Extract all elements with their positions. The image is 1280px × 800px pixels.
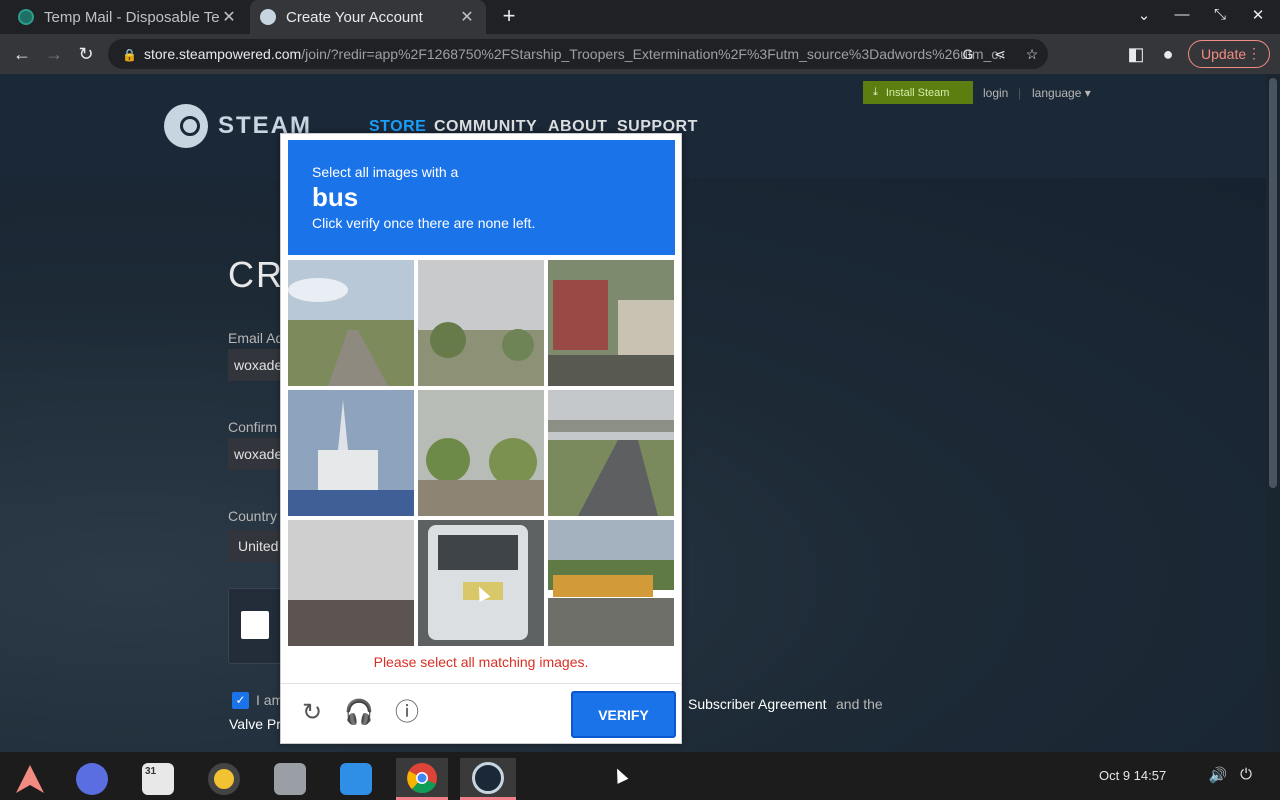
tile-image	[288, 390, 414, 516]
tile-2[interactable]	[418, 260, 544, 386]
tile-8[interactable]	[418, 520, 544, 646]
login-link[interactable]: login	[983, 86, 1008, 100]
tile-image	[548, 390, 674, 516]
steam-app-icon[interactable]	[460, 758, 516, 800]
google-lens-icon[interactable]: G	[952, 46, 984, 62]
files-icon[interactable]	[266, 758, 314, 800]
header-separator: |	[1018, 86, 1022, 100]
browser-toolbar: ← → ↻ 🔒 store.steampowered.com/join/?red…	[0, 34, 1280, 74]
tile-image	[418, 520, 544, 646]
email-label: Email Ad	[228, 330, 284, 346]
tile-image	[288, 260, 414, 386]
update-button[interactable]: Update ⋮	[1188, 40, 1270, 68]
info-icon[interactable]: ⓘ	[392, 698, 422, 728]
tile-3[interactable]	[548, 260, 674, 386]
reload-page-icon[interactable]: ↻	[74, 42, 98, 66]
new-tab-button[interactable]: +	[498, 5, 520, 27]
restore-icon[interactable]: ⤡	[1208, 6, 1232, 23]
agreement-row: ✓ I am	[232, 692, 283, 709]
tile-9[interactable]	[548, 520, 674, 646]
taskbar: 31 Oct 9 14:57 🔊 ⏻	[0, 752, 1280, 800]
page-scrollbar[interactable]	[1266, 74, 1280, 752]
confirm-email-label: Confirm	[228, 419, 278, 435]
url-text: store.steampowered.com/join/?redir=app%2…	[144, 46, 1004, 62]
and-the-text: and the	[836, 696, 883, 712]
hint-text: Click verify once there are none left.	[312, 215, 536, 231]
tile-5[interactable]	[418, 390, 544, 516]
calendar-icon[interactable]: 31	[134, 758, 182, 800]
country-label: Country	[228, 508, 278, 524]
menu-dots-icon[interactable]: ⋮	[1247, 45, 1261, 62]
browser-tab-bar: Temp Mail - Disposable Te ✕ Create Your …	[0, 0, 1280, 34]
store-icon[interactable]	[332, 758, 380, 800]
minimize-icon[interactable]: —	[1170, 6, 1194, 23]
tab-title: Create Your Account	[286, 8, 423, 26]
tile-6[interactable]	[548, 390, 674, 516]
tile-image	[288, 520, 414, 646]
tab-create-account[interactable]: Create Your Account ✕	[250, 0, 486, 34]
install-steam-button[interactable]: ⤓ Install Steam	[863, 81, 973, 104]
instruction-text: Select all images with a	[312, 164, 459, 180]
tile-image	[548, 520, 674, 646]
music-player-icon[interactable]	[200, 758, 248, 800]
tile-4[interactable]	[288, 390, 414, 516]
valve-privacy-link[interactable]: Valve Pr	[229, 716, 281, 732]
mouse-cursor	[611, 766, 629, 784]
steam-favicon-icon	[260, 9, 276, 25]
tile-image	[548, 260, 674, 386]
power-icon[interactable]: ⏻	[1236, 766, 1256, 783]
error-message: Please select all matching images.	[373, 654, 589, 670]
tab-title: Temp Mail - Disposable Te	[44, 8, 220, 26]
tab-search-icon[interactable]: ⌄	[1132, 6, 1156, 24]
chrome-icon[interactable]	[396, 758, 448, 800]
subscriber-agreement-link[interactable]: Subscriber Agreement	[688, 696, 827, 712]
tile-1[interactable]	[288, 260, 414, 386]
volume-icon[interactable]: 🔊	[1208, 766, 1228, 784]
profile-avatar-icon[interactable]: ●	[1156, 42, 1180, 66]
close-window-icon[interactable]: ✕	[1246, 6, 1270, 24]
sidebar-icon[interactable]: ◧	[1124, 42, 1148, 66]
tab-temp-mail[interactable]: Temp Mail - Disposable Te ✕	[8, 0, 248, 34]
lock-icon: 🔒	[122, 48, 137, 62]
reload-icon[interactable]: ↻	[297, 698, 327, 728]
agree-checkbox[interactable]: ✓	[232, 692, 249, 709]
challenge-footer: ↻ 🎧 ⓘ VERIFY	[281, 683, 681, 743]
close-tab-icon[interactable]: ✕	[220, 7, 238, 27]
tile-7[interactable]	[288, 520, 414, 646]
clock[interactable]: Oct 9 14:57	[1099, 768, 1166, 783]
challenge-header: Select all images with a bus Click verif…	[288, 140, 675, 255]
recaptcha-challenge: Select all images with a bus Click verif…	[280, 133, 682, 744]
arch-launcher-icon[interactable]	[6, 758, 54, 800]
close-tab-icon[interactable]: ✕	[458, 7, 476, 27]
verify-button[interactable]: VERIFY	[571, 691, 676, 738]
steam-logo-icon	[164, 104, 208, 148]
address-bar[interactable]: 🔒 store.steampowered.com/join/?redir=app…	[108, 39, 1048, 69]
compass-browser-icon[interactable]	[68, 758, 116, 800]
target-object: bus	[312, 182, 359, 212]
download-icon: ⤓	[873, 86, 878, 98]
share-icon[interactable]: ⋖	[984, 46, 1016, 63]
scrollbar-thumb[interactable]	[1269, 78, 1277, 488]
forward-icon[interactable]: →	[42, 42, 66, 66]
temp-mail-favicon-icon	[18, 9, 34, 25]
back-icon[interactable]: ←	[10, 42, 34, 66]
tile-image	[418, 390, 544, 516]
recaptcha-checkbox[interactable]	[241, 611, 269, 639]
bookmark-star-icon[interactable]: ☆	[1016, 46, 1048, 63]
tile-image	[418, 260, 544, 386]
audio-icon[interactable]: 🎧	[344, 698, 374, 728]
language-dropdown[interactable]: language ▾	[1032, 86, 1091, 100]
